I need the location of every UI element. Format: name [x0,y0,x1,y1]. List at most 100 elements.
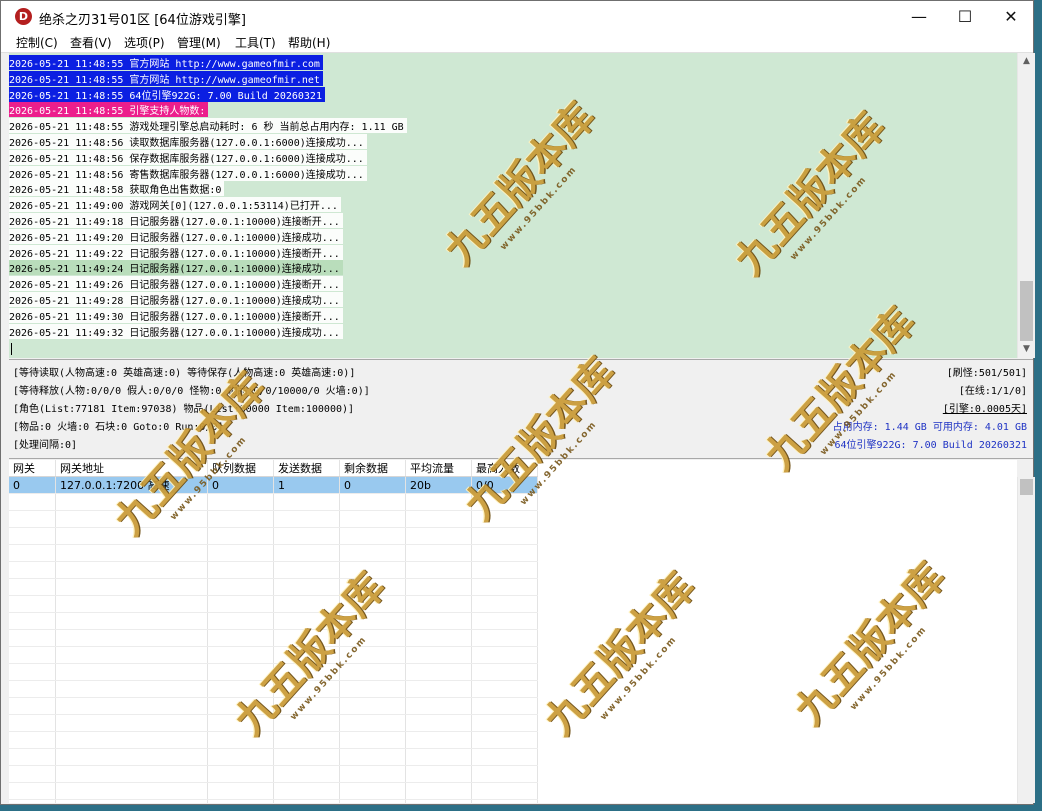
empty-cell [471,765,538,783]
empty-cell [471,629,538,647]
empty-cell [273,697,340,715]
empty-cell [405,646,472,664]
status-engine-uptime[interactable]: [引擎:0.0005天] [943,400,1027,415]
empty-cell [339,748,406,766]
empty-cell [471,612,538,630]
menu-control[interactable]: 控制(C) [15,34,59,51]
empty-cell [55,731,208,749]
empty-cell [405,680,472,698]
empty-cell [273,731,340,749]
table-scrollbar[interactable] [1017,477,1035,803]
menu-tools[interactable]: 工具(T) [234,34,277,51]
empty-cell [405,714,472,732]
empty-row [9,510,538,528]
maximize-button[interactable]: ☐ [942,1,988,32]
empty-row [9,527,538,545]
empty-cell [207,493,274,511]
column-header[interactable]: 网关 [9,460,56,477]
empty-cell [405,527,472,545]
empty-cell [55,578,208,596]
empty-cell [55,663,208,681]
column-header[interactable]: 发送数据 [273,460,340,477]
empty-row [9,629,538,647]
column-header[interactable]: 剩余数据 [339,460,406,477]
empty-row [9,646,538,664]
empty-cell [9,612,56,630]
empty-cell [9,561,56,579]
empty-cell [339,680,406,698]
minimize-button[interactable]: — [896,1,942,32]
empty-cell [207,646,274,664]
empty-cell [405,663,472,681]
empty-cell [339,731,406,749]
close-button[interactable]: ✕ [988,1,1034,32]
empty-cell [471,595,538,613]
text-cursor [11,343,12,355]
status-roles: [角色(List:77181 Item:97038) 物品(List:80000… [13,404,355,415]
empty-cell [55,527,208,545]
empty-cell [339,782,406,800]
scroll-thumb[interactable] [1020,479,1033,495]
column-header[interactable]: 平均流量 [405,460,472,477]
app-icon: D [15,8,32,25]
empty-cell [273,612,340,630]
log-line: 2026-05-21 11:49:26 日记服务器(127.0.0.1:1000… [9,276,343,292]
empty-cell [405,612,472,630]
log-line: 2026-05-21 11:49:30 日记服务器(127.0.0.1:1000… [9,307,343,323]
menu-manage[interactable]: 管理(M) [176,34,222,51]
empty-cell [339,544,406,562]
empty-cell [55,544,208,562]
empty-row [9,663,538,681]
scroll-down-icon[interactable]: ▼ [1018,341,1035,358]
empty-cell [55,765,208,783]
empty-cell [273,561,340,579]
column-header[interactable]: 网关地址 [55,460,208,477]
empty-cell [273,493,340,511]
gateway-table: 网关 网关地址 队列数据 发送数据 剩余数据 平均流量 最高人数 0 127.0… [9,460,1017,803]
status-version: 64位引擎922G: 7.00 Build 20260321 [834,440,1027,451]
empty-cell [207,595,274,613]
column-header[interactable]: 队列数据 [207,460,274,477]
table-cell: 127.0.0.1:7200 高速 [55,476,208,494]
log-line: 2026-05-21 11:48:58 获取角色出售数据:0 [9,181,225,197]
table-cell: 1 [273,476,340,494]
log-scrollbar[interactable]: ▲ ▼ [1017,53,1035,358]
log-output[interactable]: 2026-05-21 11:48:55 官方网站 http://www.game… [9,53,1017,358]
scroll-up-icon[interactable]: ▲ [1018,53,1035,70]
empty-cell [207,629,274,647]
status-interval: [处理间隔:0] [13,440,78,451]
log-line: 2026-05-21 11:48:55 官方网站 http://www.game… [9,70,323,86]
empty-cell [405,697,472,715]
window-title: 绝杀之刃31号01区 [64位游戏引擎] [39,13,246,28]
empty-cell [405,595,472,613]
empty-cell [405,782,472,800]
empty-row [9,731,538,749]
menu-view[interactable]: 查看(V) [69,34,113,51]
menu-help[interactable]: 帮助(H) [287,34,331,51]
empty-cell [207,561,274,579]
empty-cell [55,629,208,647]
status-read-save: [等待读取(人物高速:0 英雄高速:0) 等待保存(人物高速:0 英雄高速:0)… [13,368,356,379]
scroll-thumb[interactable] [1020,281,1033,341]
empty-cell [207,612,274,630]
empty-cell [471,493,538,511]
empty-cell [339,646,406,664]
empty-cell [207,510,274,528]
status-panel: [等待读取(人物高速:0 英雄高速:0) 等待保存(人物高速:0 英雄高速:0)… [9,361,1033,457]
table-header-row: 网关 网关地址 队列数据 发送数据 剩余数据 平均流量 最高人数 [9,460,538,477]
table-row[interactable]: 0 127.0.0.1:7200 高速 0 1 0 20b 0/0 [9,476,538,494]
log-line: 2026-05-21 11:48:55 64位引擎922G: 7.00 Buil… [9,86,325,102]
log-line: 2026-05-21 11:49:00 游戏网关[0](127.0.0.1:53… [9,197,341,213]
empty-cell [471,561,538,579]
column-header[interactable]: 最高人数 [471,460,538,477]
empty-cell [339,663,406,681]
empty-cell [9,748,56,766]
empty-cell [9,493,56,511]
title-bar[interactable]: D 绝杀之刃31号01区 [64位游戏引擎] — ☐ ✕ [1,1,1033,32]
empty-cell [405,561,472,579]
menu-options[interactable]: 选项(P) [123,34,166,51]
empty-cell [339,493,406,511]
empty-cell [9,680,56,698]
empty-cell [9,527,56,545]
empty-cell [273,748,340,766]
